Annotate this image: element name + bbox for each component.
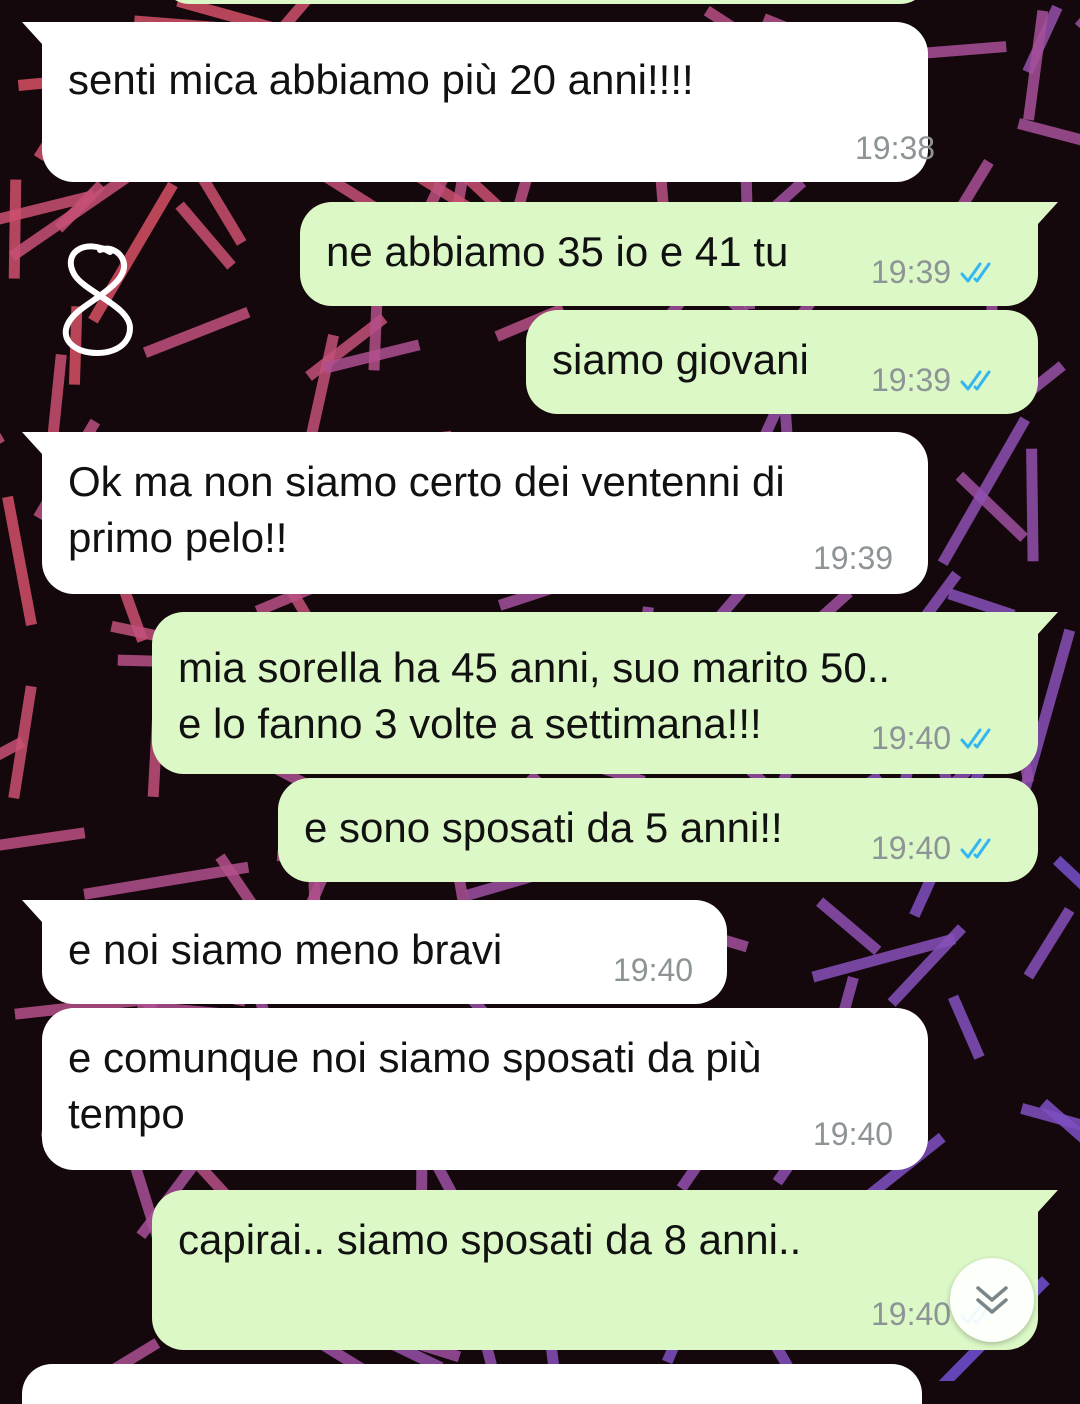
handwritten-eight-doodle — [62, 243, 133, 356]
scroll-to-bottom-button[interactable] — [950, 1258, 1034, 1342]
message-meta: 19:40 — [613, 952, 693, 988]
double-check-icon — [960, 262, 991, 283]
message-text: ne abbiamo 35 io e 41 tu — [326, 228, 789, 275]
message-text: siamo giovani — [552, 336, 809, 383]
message-meta: 19:40 — [871, 720, 999, 756]
message-time: 19:40 — [871, 1296, 952, 1332]
wallpaper-stick — [937, 416, 1030, 566]
message-text: mia sorella ha 45 anni, suo marito 50.. — [178, 644, 891, 691]
double-check-icon — [960, 370, 991, 391]
message-time: 19:38 — [855, 130, 936, 166]
outgoing-message[interactable]: ne abbiamo 35 io e 41 tu 19:39 — [300, 202, 1058, 306]
message-text: e comunque noi siamo sposati da più — [68, 1034, 762, 1081]
double-check-icon — [960, 728, 991, 749]
bubble-tail — [1038, 612, 1058, 634]
wallpaper-stick — [816, 897, 882, 956]
message-meta: 19:39 — [813, 540, 893, 576]
message-meta: 19:39 — [871, 362, 999, 398]
message-time: 19:39 — [813, 540, 894, 576]
wallpaper-stick — [0, 432, 5, 444]
read-status — [959, 725, 999, 751]
message-time: 19:39 — [871, 254, 952, 290]
wallpaper-stick — [142, 307, 251, 358]
double-check-icon — [960, 838, 991, 859]
incoming-message[interactable]: senti mica abbiamo più 20 anni!!!! 19:38 — [22, 22, 935, 182]
wallpaper-stick — [1023, 10, 1049, 121]
message-text: capirai.. siamo sposati da 8 anni.. — [178, 1216, 802, 1263]
bubble-tail — [1038, 1190, 1058, 1212]
wallpaper-stick — [1023, 906, 1075, 980]
wallpaper-stick — [8, 179, 22, 279]
bubble-tail — [22, 22, 42, 44]
message-text: e sono sposati da 5 anni!! — [304, 804, 783, 851]
message-text: e lo fanno 3 volte a settimana!!! — [178, 700, 762, 747]
outgoing-message[interactable]: siamo giovani 19:39 — [526, 310, 1038, 414]
message-meta: 19:38 — [855, 130, 935, 166]
message-meta: 19:39 — [871, 254, 999, 290]
message-time: 19:40 — [871, 720, 952, 756]
outgoing-message[interactable]: mia sorella ha 45 anni, suo marito 50.. e… — [152, 612, 1058, 774]
read-status — [959, 367, 999, 393]
outgoing-message[interactable]: e sono sposati da 5 anni!! 19:40 — [278, 778, 1038, 882]
wallpaper-stick — [947, 994, 985, 1060]
message-text: tempo — [68, 1090, 185, 1137]
message-text: primo pelo!! — [68, 514, 288, 561]
read-status — [959, 835, 999, 861]
previous-message-edge — [160, 0, 930, 4]
message-text: senti mica abbiamo più 20 anni!!!! — [68, 56, 694, 103]
message-meta: 19:40 — [871, 830, 999, 866]
message-time: 19:40 — [613, 952, 694, 988]
bubble-tail — [22, 432, 42, 454]
message-text: e noi siamo meno bravi — [68, 926, 503, 973]
incoming-message[interactable]: Ok ma non siamo certo dei ventenni di pri… — [22, 432, 928, 594]
read-status — [959, 259, 999, 285]
message-time: 19:40 — [871, 830, 952, 866]
message-time: 19:39 — [871, 362, 952, 398]
wallpaper-stick — [2, 495, 37, 626]
wallpaper-stick — [0, 827, 86, 851]
bubble-tail — [1038, 202, 1058, 224]
next-message-edge — [22, 1364, 922, 1404]
wallpaper-stick — [1017, 118, 1080, 146]
chevron-double-down-icon — [976, 1286, 1008, 1314]
wallpaper-stick — [1026, 448, 1039, 562]
outgoing-message[interactable]: capirai.. siamo sposati da 8 anni.. 19:40 — [152, 1190, 1058, 1350]
incoming-message[interactable]: e comunque noi siamo sposati da più tempo… — [42, 1008, 928, 1170]
message-text: Ok ma non siamo certo dei ventenni di — [68, 458, 785, 505]
message-meta: 19:40 — [813, 1116, 893, 1152]
bubble-tail — [22, 900, 42, 922]
message-time: 19:40 — [813, 1116, 894, 1152]
incoming-message[interactable]: e noi siamo meno bravi 19:40 — [22, 900, 727, 1004]
